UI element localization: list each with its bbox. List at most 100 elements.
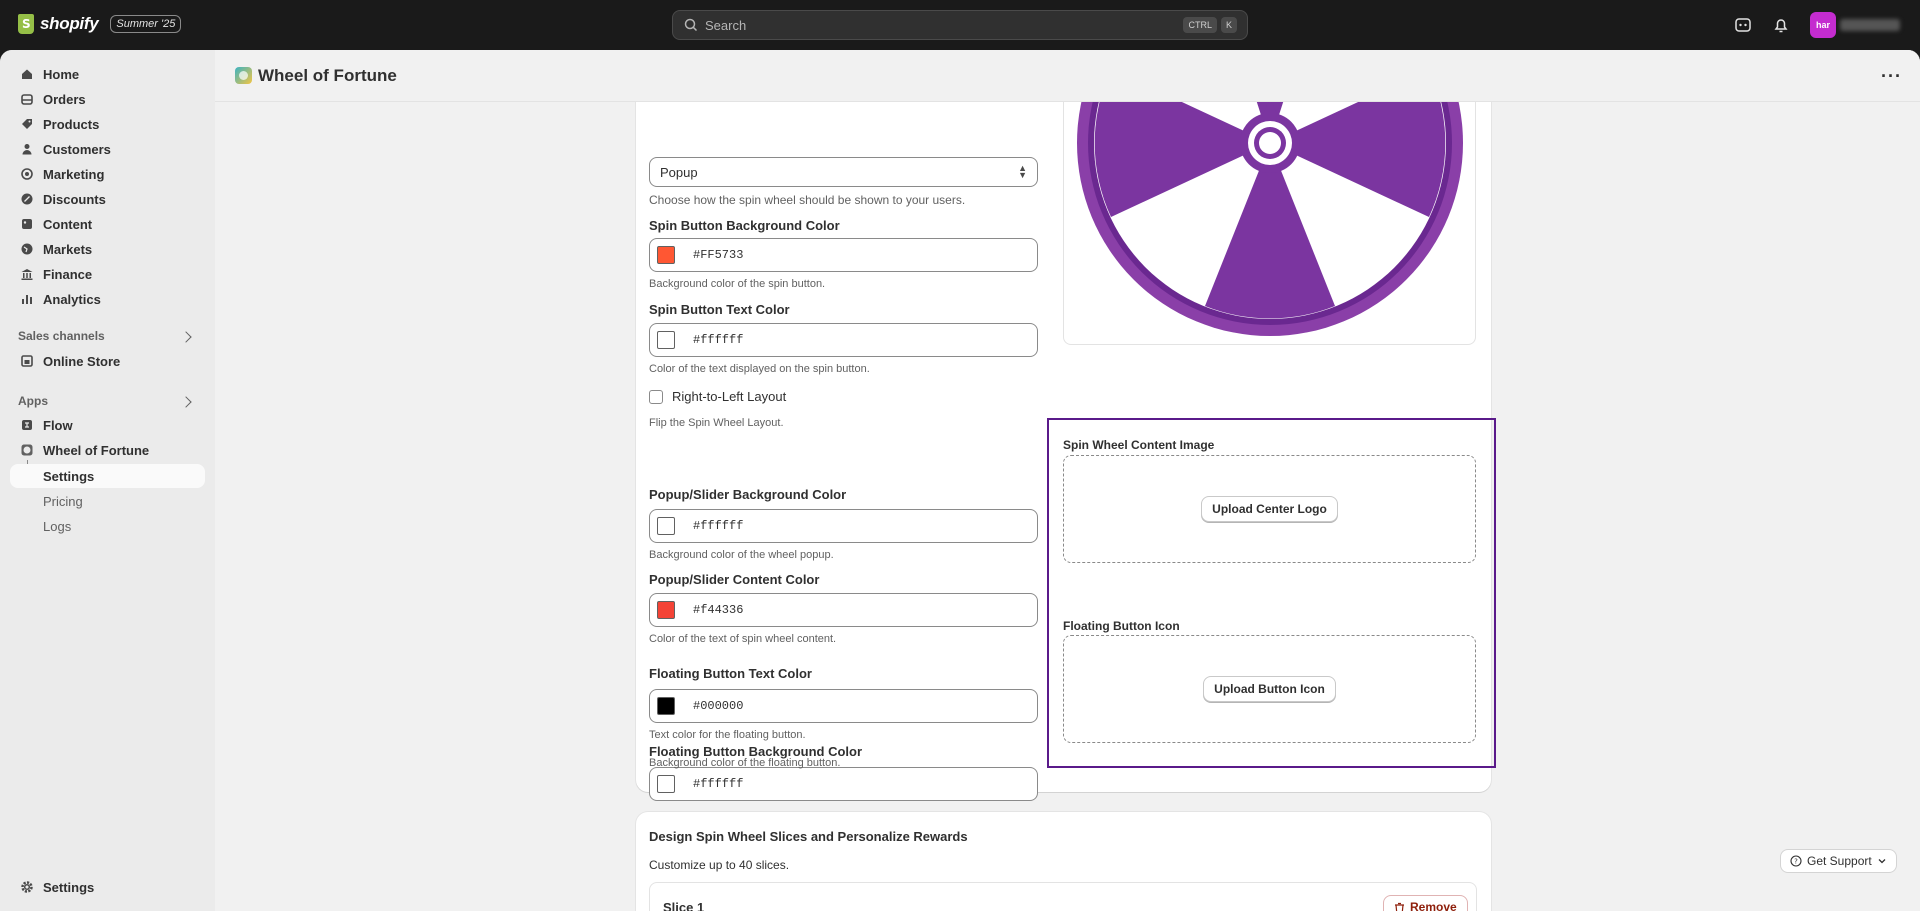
sidebar-item-label: Content — [43, 216, 93, 232]
chevron-down-icon — [1878, 859, 1886, 864]
display-mode-help: Choose how the spin wheel should be show… — [649, 193, 966, 207]
sidebar-item-home[interactable]: Home — [10, 62, 205, 86]
upload-button-icon-button[interactable]: Upload Button Icon — [1203, 676, 1336, 702]
chart-icon — [22, 295, 32, 304]
sidebar-item-label: Customers — [43, 141, 111, 157]
discount-icon — [21, 193, 33, 205]
popup-bg-color-field[interactable]: #ffffff — [649, 509, 1038, 543]
float-text-color-field[interactable]: #000000 — [649, 689, 1038, 723]
main-content: Popup ▲ ▼ Choose how the spin wheel shoul… — [215, 50, 1920, 911]
sidebar-item-finance[interactable]: Finance — [10, 262, 205, 286]
assistant-icon[interactable] — [1734, 16, 1752, 34]
popup-content-hex: #f44336 — [693, 603, 744, 617]
sidebar-item-analytics[interactable]: Analytics — [10, 287, 205, 311]
float-icon-dropzone[interactable]: Upload Button Icon — [1063, 635, 1476, 743]
color-swatch[interactable] — [657, 517, 675, 535]
sidebar-item-label: Markets — [43, 241, 93, 257]
sidebar-item-label: Flow — [43, 417, 73, 433]
bell-icon[interactable] — [1772, 16, 1790, 34]
sales-channels-chevron-icon[interactable] — [180, 331, 192, 343]
remove-label: Remove — [1410, 900, 1457, 911]
sidebar-subitem-settings[interactable]: Settings — [10, 464, 205, 488]
search-icon — [684, 18, 698, 32]
popup-content-help: Color of the text of spin wheel content. — [649, 633, 837, 645]
wheel-app-icon — [235, 67, 252, 84]
color-swatch[interactable] — [657, 246, 675, 264]
bank-icon — [21, 269, 33, 280]
content-icon — [22, 219, 32, 229]
spin-bg-help: Background color of the spin button. — [649, 278, 826, 290]
sidebar-subitem-logs[interactable]: Logs — [10, 514, 205, 538]
popup-content-color-field[interactable]: #f44336 — [649, 593, 1038, 627]
target-icon — [21, 168, 33, 180]
sidebar-item-orders[interactable]: Orders — [10, 87, 205, 111]
store-icon — [21, 355, 33, 367]
popup-bg-label: Popup/Slider Background Color — [649, 487, 847, 502]
sidebar-item-content[interactable]: Content — [10, 212, 205, 236]
spin-text-color-field[interactable]: #ffffff — [649, 323, 1038, 357]
color-swatch[interactable] — [657, 697, 675, 715]
spin-bg-hex: #FF5733 — [693, 248, 744, 262]
admin-shell: Home Orders Products Customers Marketing… — [0, 50, 1920, 911]
shortcut-k: K — [1220, 17, 1237, 33]
apps-chevron-icon[interactable] — [180, 396, 192, 408]
spin-text-help: Color of the text displayed on the spin … — [649, 363, 870, 375]
get-support-label: Get Support — [1807, 854, 1872, 868]
spin-bg-color-field[interactable]: #FF5733 — [649, 238, 1038, 272]
sidebar-item-markets[interactable]: Markets — [10, 237, 205, 261]
upload-center-logo-button[interactable]: Upload Center Logo — [1201, 496, 1338, 522]
page-header: Wheel of Fortune ··· — [215, 50, 1920, 102]
float-text-label: Floating Button Text Color — [649, 666, 812, 681]
store-name-blurred[interactable] — [1840, 19, 1900, 31]
popup-content-label: Popup/Slider Content Color — [649, 572, 820, 587]
sidebar-item-settings[interactable]: Settings — [10, 875, 205, 899]
float-icon-label: Floating Button Icon — [1063, 619, 1180, 633]
rtl-label[interactable]: Right-to-Left Layout — [672, 389, 786, 404]
color-swatch[interactable] — [657, 775, 675, 793]
float-bg-color-field[interactable]: #ffffff — [649, 767, 1038, 801]
shopify-bag-icon — [18, 14, 34, 34]
slice-item: Slice 1 Remove — [649, 882, 1477, 911]
content-image-label: Spin Wheel Content Image — [1063, 438, 1215, 452]
spin-text-hex: #ffffff — [693, 333, 744, 347]
sidebar-item-marketing[interactable]: Marketing — [10, 162, 205, 186]
sidebar: Home Orders Products Customers Marketing… — [0, 50, 215, 911]
sidebar-item-discounts[interactable]: Discounts — [10, 187, 205, 211]
wheel-app-icon — [21, 444, 33, 456]
color-swatch[interactable] — [657, 601, 675, 619]
sidebar-item-label: Marketing — [43, 166, 105, 182]
popup-bg-hex: #ffffff — [693, 519, 744, 533]
rtl-help: Flip the Spin Wheel Layout. — [649, 417, 784, 429]
content-image-dropzone[interactable]: Upload Center Logo — [1063, 455, 1476, 563]
get-support-button[interactable]: ? Get Support — [1780, 849, 1897, 873]
avatar[interactable]: har — [1810, 12, 1836, 38]
sidebar-item-label: Orders — [43, 91, 86, 107]
sidebar-item-wheel-of-fortune[interactable]: Wheel of Fortune — [10, 438, 205, 462]
inbox-icon — [21, 94, 33, 105]
shopify-logo[interactable]: shopify Summer '25 — [18, 14, 182, 34]
sidebar-item-online-store[interactable]: Online Store — [10, 349, 205, 373]
sidebar-item-label: Settings — [43, 879, 95, 895]
search-bar[interactable]: Search CTRL K — [672, 10, 1248, 40]
display-mode-select[interactable]: Popup ▲ ▼ — [649, 157, 1038, 187]
sidebar-item-label: Finance — [43, 266, 93, 282]
edition-badge[interactable]: Summer '25 — [110, 15, 182, 33]
more-actions-icon[interactable]: ··· — [1881, 66, 1902, 87]
shortcut-ctrl: CTRL — [1183, 17, 1217, 33]
sidebar-item-label: Online Store — [43, 353, 121, 369]
sidebar-item-products[interactable]: Products — [10, 112, 205, 136]
brand-name: shopify — [40, 14, 99, 33]
rtl-checkbox[interactable] — [649, 390, 663, 404]
sidebar-item-label: Wheel of Fortune — [43, 442, 150, 458]
remove-slice-button[interactable]: Remove — [1383, 895, 1468, 911]
color-swatch[interactable] — [657, 331, 675, 349]
sidebar-subitem-pricing[interactable]: Pricing — [10, 489, 205, 513]
globe-icon — [21, 243, 33, 255]
popup-bg-help: Background color of the wheel popup. — [649, 549, 834, 561]
slices-title: Design Spin Wheel Slices and Personalize… — [649, 829, 968, 844]
sales-channels-title: Sales channels — [18, 329, 105, 343]
sidebar-item-customers[interactable]: Customers — [10, 137, 205, 161]
svg-text:?: ? — [1794, 858, 1798, 866]
help-circle-icon: ? — [1790, 855, 1802, 867]
sidebar-item-flow[interactable]: Flow — [10, 413, 205, 437]
